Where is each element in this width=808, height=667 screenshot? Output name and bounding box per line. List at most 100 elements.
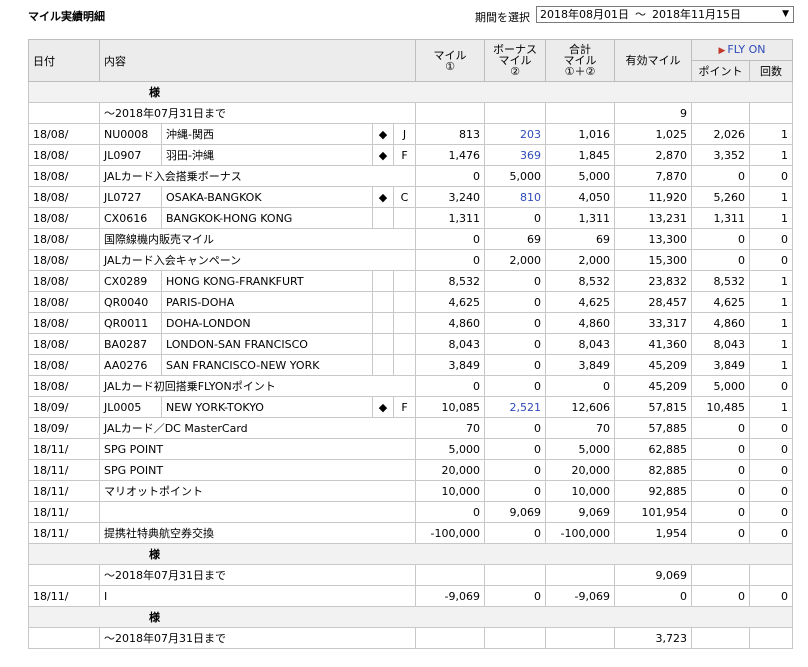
count-cell: 0 <box>749 165 793 187</box>
date-cell: 18/08/ <box>28 123 100 145</box>
points-cell: 3,352 <box>691 144 750 166</box>
period-select[interactable]: 2018年08月01日 ～ 2018年11月15日 ▼ <box>536 6 794 23</box>
date-cell: 18/11/ <box>28 522 100 544</box>
bonus-cell <box>484 102 546 124</box>
mile-cell: 10,000 <box>415 480 485 502</box>
points-cell: 0 <box>691 585 750 607</box>
carry-forward-label: ～2018年07月31日まで <box>99 627 416 649</box>
top-bar: マイル実績明細 期間を選択 2018年08月01日 ～ 2018年11月15日 ▼ <box>0 0 808 34</box>
effective-cell: 1,025 <box>614 123 692 145</box>
customer-section-header: 様 <box>28 81 793 103</box>
count-cell: 0 <box>749 480 793 502</box>
mile-cell <box>415 627 485 649</box>
total-cell: 70 <box>545 417 615 439</box>
count-cell: 1 <box>749 396 793 418</box>
points-cell: 0 <box>691 480 750 502</box>
col-effective: 有効マイル <box>614 39 692 82</box>
mileage-table: 日付 内容 マイル ① ボーナス マイル ② 合計 マイル ①＋② 有効マイル ▶ FLY … <box>28 39 793 649</box>
route-cell: HONG KONG-FRANKFURT <box>161 270 373 292</box>
table-row: 18/08/JL0727 OSAKA-BANGKOK ◆ C 3,240 810 4,050… <box>28 186 793 208</box>
description-cell: 国際線機内販売マイル <box>99 228 416 250</box>
total-cell: 20,000 <box>545 459 615 481</box>
table-row: 18/09/JL0005 NEW YORK-TOKYO ◆ F 10,085 2,521 1… <box>28 396 793 418</box>
diamond-icon: ◆ <box>372 144 394 166</box>
bonus-cell: 0 <box>484 480 546 502</box>
bonus-cell: 0 <box>484 291 546 313</box>
table-row: 18/08/AA0276 SAN FRANCISCO-NEW YORK 3,849 0… <box>28 354 793 376</box>
mile-cell: 813 <box>415 123 485 145</box>
effective-cell: 62,885 <box>614 438 692 460</box>
period-separator: ～ <box>635 8 646 21</box>
effective-cell: 28,457 <box>614 291 692 313</box>
effective-cell: 1,954 <box>614 522 692 544</box>
table-row: 18/08/JALカード初回搭乗FLYONポイント 0 0 0 45,209 5,000 0 <box>28 375 793 397</box>
description-cell: I <box>99 585 416 607</box>
bonus-cell: 0 <box>484 333 546 355</box>
description-cell: JALカード／DC MasterCard <box>99 417 416 439</box>
total-cell: 69 <box>545 228 615 250</box>
count-cell: 0 <box>749 522 793 544</box>
effective-cell: 9 <box>614 102 692 124</box>
date-cell: 18/08/ <box>28 249 100 271</box>
effective-cell: 41,360 <box>614 333 692 355</box>
total-cell <box>545 627 615 649</box>
count-cell: 0 <box>749 585 793 607</box>
effective-cell: 13,300 <box>614 228 692 250</box>
count-cell: 1 <box>749 291 793 313</box>
date-cell: 18/08/ <box>28 207 100 229</box>
class-cell <box>393 333 416 355</box>
mile-cell: 8,532 <box>415 270 485 292</box>
date-cell: 18/08/ <box>28 354 100 376</box>
customer-name: 様 <box>149 86 160 99</box>
bonus-cell <box>484 564 546 586</box>
effective-cell: 3,723 <box>614 627 692 649</box>
total-cell: 8,043 <box>545 333 615 355</box>
count-cell <box>749 564 793 586</box>
carry-forward-row: ～2018年07月31日まで 9 <box>28 102 793 124</box>
points-cell: 4,860 <box>691 312 750 334</box>
bonus-cell: 2,521 <box>484 396 546 418</box>
description-cell: JALカード初回搭乗FLYONポイント <box>99 375 416 397</box>
table-row: 18/08/国際線機内販売マイル 0 69 69 13,300 0 0 <box>28 228 793 250</box>
diamond-icon: ◆ <box>372 396 394 418</box>
count-cell: 1 <box>749 123 793 145</box>
flight-number-cell: JL0907 <box>99 144 162 166</box>
points-cell: 0 <box>691 522 750 544</box>
points-cell: 0 <box>691 249 750 271</box>
date-cell: 18/11/ <box>28 480 100 502</box>
count-cell: 1 <box>749 354 793 376</box>
flight-number-cell: JL0005 <box>99 396 162 418</box>
effective-cell: 45,209 <box>614 375 692 397</box>
total-cell: 4,625 <box>545 291 615 313</box>
col-flyon[interactable]: ▶ FLY ON <box>691 39 793 61</box>
date-cell: 18/08/ <box>28 291 100 313</box>
col-total: 合計 マイル ①＋② <box>545 39 615 82</box>
route-cell: SAN FRANCISCO-NEW YORK <box>161 354 373 376</box>
description-cell: マリオットポイント <box>99 480 416 502</box>
points-cell: 0 <box>691 165 750 187</box>
effective-cell: 9,069 <box>614 564 692 586</box>
table-row: 18/08/JALカード入会搭乗ボーナス 0 5,000 5,000 7,870 0 0 <box>28 165 793 187</box>
count-cell: 1 <box>749 144 793 166</box>
total-cell: 3,849 <box>545 354 615 376</box>
table-row: 18/08/JL0907 羽田-沖縄 ◆ F 1,476 369 1,845 2,870 3,3… <box>28 144 793 166</box>
mile-cell: 10,085 <box>415 396 485 418</box>
description-cell: SPG POINT <box>99 459 416 481</box>
carry-forward-row: ～2018年07月31日まで 3,723 <box>28 627 793 649</box>
class-cell: C <box>393 186 416 208</box>
date-cell: 18/08/ <box>28 228 100 250</box>
dropdown-arrow-icon[interactable]: ▼ <box>782 7 789 22</box>
total-cell <box>545 564 615 586</box>
diamond-icon: ◆ <box>372 186 394 208</box>
mile-cell: 0 <box>415 249 485 271</box>
table-row: 18/08/CX0616 BANGKOK-HONG KONG 1,311 0 1,311… <box>28 207 793 229</box>
date-cell: 18/09/ <box>28 396 100 418</box>
mile-cell: 3,849 <box>415 354 485 376</box>
col-mile: マイル ① <box>415 39 485 82</box>
bonus-cell: 0 <box>484 417 546 439</box>
effective-cell: 15,300 <box>614 249 692 271</box>
class-cell: F <box>393 396 416 418</box>
table-header: 日付 内容 マイル ① ボーナス マイル ② 合計 マイル ①＋② 有効マイル ▶ FLY … <box>28 39 793 82</box>
table-row: 18/08/BA0287 LONDON-SAN FRANCISCO 8,043 0 8,… <box>28 333 793 355</box>
col-flyon-label: FLY ON <box>727 42 766 56</box>
